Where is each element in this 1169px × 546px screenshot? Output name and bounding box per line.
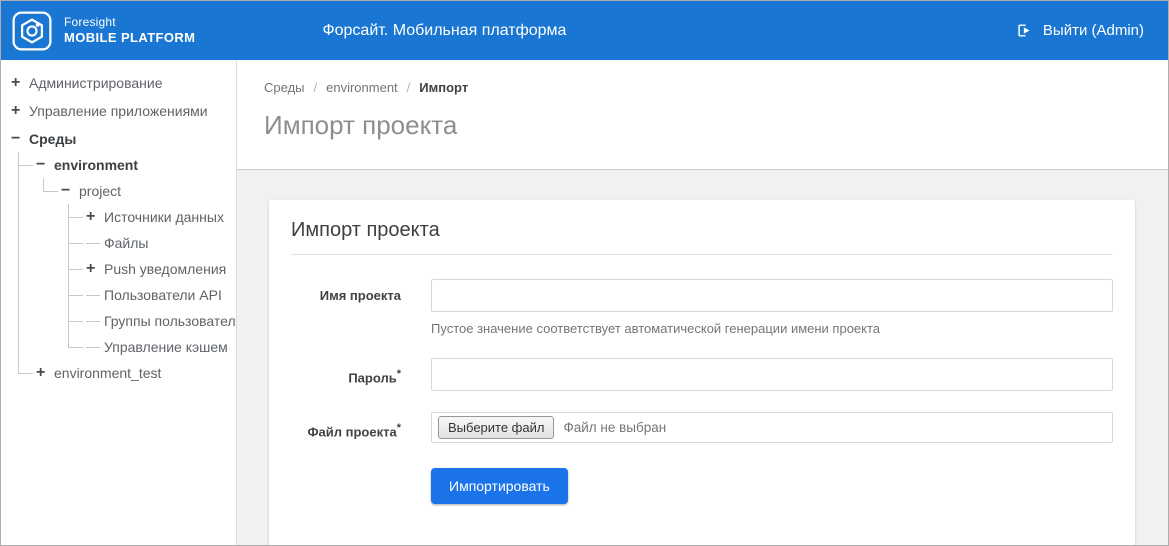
tree-label: Push уведомления xyxy=(104,256,226,282)
tree-children: − project + Источники данных xyxy=(43,178,236,360)
project-name-label: Имя проекта xyxy=(291,279,401,312)
nav-tree: + Администрирование + Управление приложе… xyxy=(11,70,236,386)
project-file-label: Файл проекта* xyxy=(291,412,401,448)
tree-row[interactable]: Группы пользователей xyxy=(86,308,236,334)
breadcrumb-item-environments[interactable]: Среды xyxy=(264,80,305,95)
required-asterisk: * xyxy=(397,368,401,380)
tree-label: Администрирование xyxy=(29,70,163,96)
expand-plus-icon[interactable]: + xyxy=(86,256,104,282)
tree-leaf-connector xyxy=(86,321,100,322)
tree-item-administration: + Администрирование xyxy=(11,70,236,96)
tree-item-files: Файлы xyxy=(68,230,236,256)
import-button[interactable]: Импортировать xyxy=(431,468,568,504)
tree-item-api-users: Пользователи API xyxy=(68,282,236,308)
collapse-minus-icon[interactable]: − xyxy=(11,126,29,152)
collapse-minus-icon[interactable]: − xyxy=(36,152,54,178)
tree-row[interactable]: + Источники данных xyxy=(86,204,236,230)
logout-icon xyxy=(1015,22,1032,39)
collapse-minus-icon[interactable]: − xyxy=(61,178,79,204)
breadcrumb-current: Импорт xyxy=(419,80,468,95)
tree-children: + Источники данных Файлы xyxy=(68,204,236,360)
tree-label: environment xyxy=(54,152,138,178)
submit-row: Импортировать xyxy=(431,468,1113,504)
breadcrumb-separator: / xyxy=(314,80,318,95)
logo-line1: Foresight xyxy=(64,15,195,30)
app-logo[interactable]: Foresight MOBILE PLATFORM xyxy=(11,10,195,52)
logout-label: Выйти (Admin) xyxy=(1043,22,1144,39)
tree-item-cache-management: Управление кэшем xyxy=(68,334,236,360)
foresight-logo-icon xyxy=(11,10,53,52)
tree-row[interactable]: − Среды xyxy=(11,126,236,152)
expand-plus-icon[interactable]: + xyxy=(86,204,104,230)
project-name-row: Имя проекта Пустое значение соответствуе… xyxy=(291,279,1113,336)
password-label: Пароль* xyxy=(291,358,401,394)
project-file-row: Файл проекта* Выберите файл Файл не выбр… xyxy=(291,412,1113,448)
tree-children: − environment − project xyxy=(18,152,236,386)
tree-item-user-groups: Группы пользователей xyxy=(68,308,236,334)
tree-leaf-connector xyxy=(86,243,100,244)
import-project-card: Импорт проекта Имя проекта Пустое значен… xyxy=(269,200,1135,546)
logout-button[interactable]: Выйти (Admin) xyxy=(1015,22,1144,39)
tree-item-push-notifications: + Push уведомления xyxy=(68,256,236,282)
file-status-text: Файл не выбран xyxy=(563,420,666,435)
tree-leaf-connector xyxy=(86,347,100,348)
tree-label: Среды xyxy=(29,126,76,152)
app-window: Foresight MOBILE PLATFORM Форсайт. Мобил… xyxy=(0,0,1169,546)
tree-row[interactable]: − project xyxy=(61,178,236,204)
tree-label: Файлы xyxy=(104,230,148,256)
expand-plus-icon[interactable]: + xyxy=(36,360,54,386)
content-header: Среды / environment / Импорт Импорт прое… xyxy=(237,60,1168,169)
content-area: Среды / environment / Импорт Импорт прое… xyxy=(237,60,1168,545)
password-row: Пароль* xyxy=(291,358,1113,394)
tree-item-environments: − Среды − environment xyxy=(11,126,236,386)
tree-row[interactable]: + Управление приложениями xyxy=(11,98,236,124)
tree-row[interactable]: − environment xyxy=(36,152,236,178)
app-title: Форсайт. Мобильная платформа xyxy=(322,22,566,40)
logo-text: Foresight MOBILE PLATFORM xyxy=(64,15,195,46)
tree-item-project: − project + Источники данных xyxy=(43,178,236,360)
tree-label: Управление приложениями xyxy=(29,98,208,124)
breadcrumb-separator: / xyxy=(407,80,411,95)
breadcrumb: Среды / environment / Импорт xyxy=(264,80,1168,95)
tree-row[interactable]: Файлы xyxy=(86,230,236,256)
page-title: Импорт проекта xyxy=(264,110,1168,141)
card-heading: Импорт проекта xyxy=(291,219,1113,255)
content-body: Импорт проекта Имя проекта Пустое значен… xyxy=(237,169,1168,546)
breadcrumb-item-environment[interactable]: environment xyxy=(326,80,398,95)
project-name-hint: Пустое значение соответствует автоматиче… xyxy=(431,321,1113,336)
tree-row[interactable]: + Push уведомления xyxy=(86,256,236,282)
expand-plus-icon[interactable]: + xyxy=(11,70,29,96)
tree-label: Группы пользователей xyxy=(104,308,237,334)
tree-item-environment-test: + environment_test xyxy=(18,360,236,386)
main-layout: + Администрирование + Управление приложе… xyxy=(1,60,1168,545)
tree-row[interactable]: Управление кэшем xyxy=(86,334,236,360)
tree-label: Пользователи API xyxy=(104,282,222,308)
choose-file-button[interactable]: Выберите файл xyxy=(438,416,554,439)
tree-label: environment_test xyxy=(54,360,161,386)
tree-label: project xyxy=(79,178,121,204)
tree-leaf-connector xyxy=(86,295,100,296)
project-name-input[interactable] xyxy=(431,279,1113,312)
tree-item-data-sources: + Источники данных xyxy=(68,204,236,230)
tree-row[interactable]: + Администрирование xyxy=(11,70,236,96)
app-header: Foresight MOBILE PLATFORM Форсайт. Мобил… xyxy=(1,1,1168,60)
logo-line2: MOBILE PLATFORM xyxy=(64,30,195,46)
tree-row[interactable]: + environment_test xyxy=(36,360,236,386)
tree-item-environment: − environment − project xyxy=(18,152,236,360)
file-input[interactable]: Выберите файл Файл не выбран xyxy=(431,412,1113,443)
password-input[interactable] xyxy=(431,358,1113,391)
required-asterisk: * xyxy=(397,422,401,434)
tree-label: Управление кэшем xyxy=(104,334,228,360)
expand-plus-icon[interactable]: + xyxy=(11,98,29,124)
tree-row[interactable]: Пользователи API xyxy=(86,282,236,308)
sidebar: + Администрирование + Управление приложе… xyxy=(1,60,237,545)
tree-item-app-management: + Управление приложениями xyxy=(11,98,236,124)
tree-label: Источники данных xyxy=(104,204,224,230)
